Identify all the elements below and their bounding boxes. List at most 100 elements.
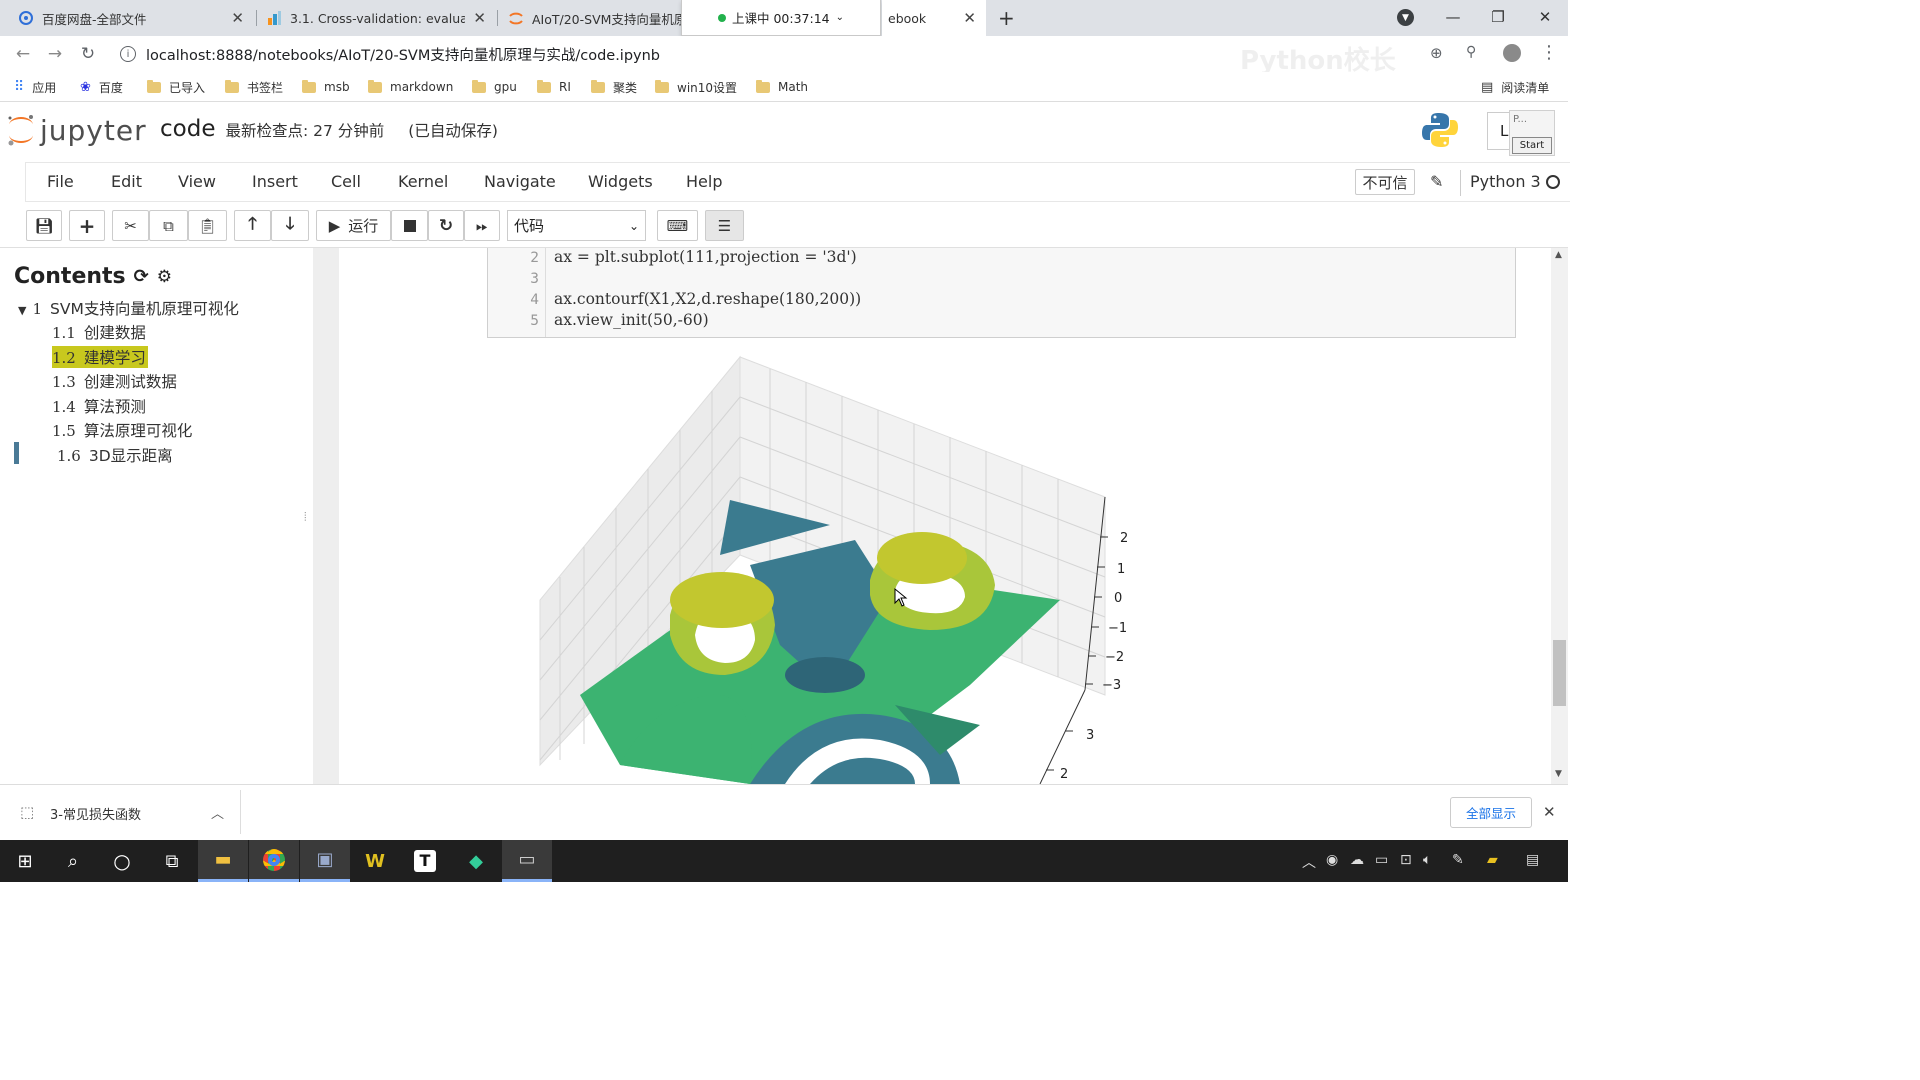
chrome-icon[interactable]: [249, 840, 299, 882]
windows-start-icon[interactable]: ⊞: [0, 840, 50, 882]
insert-cell-button[interactable]: +: [69, 210, 105, 241]
typora-icon[interactable]: T: [400, 840, 450, 882]
close-icon[interactable]: ✕: [231, 9, 244, 27]
download-filename[interactable]: 3-常见损失函数: [50, 804, 141, 823]
menu-kernel[interactable]: Kernel: [398, 172, 448, 191]
tab-search-icon[interactable]: ▼: [1397, 9, 1414, 26]
back-icon[interactable]: ←: [10, 42, 36, 66]
bookmark-win10[interactable]: win10设置: [655, 78, 737, 96]
kebab-menu-icon[interactable]: ⋮: [1540, 42, 1558, 63]
menu-cell[interactable]: Cell: [331, 172, 361, 191]
browser-tab-active[interactable]: ebook ✕: [882, 0, 986, 36]
task-view-icon[interactable]: ⧉: [147, 840, 197, 882]
restore-button[interactable]: ❐: [1475, 0, 1521, 34]
new-tab-button[interactable]: +: [998, 6, 1015, 30]
restart-button[interactable]: ↻: [428, 210, 464, 241]
toc-item[interactable]: 1.6 3D显示距离: [57, 444, 173, 466]
info-icon[interactable]: i: [120, 46, 136, 62]
wps-icon[interactable]: W: [350, 840, 400, 882]
paste-button[interactable]: 📋︎: [188, 210, 227, 241]
menu-widgets[interactable]: Widgets: [588, 172, 653, 191]
bookmark-msb[interactable]: msb: [302, 78, 350, 96]
forward-icon[interactable]: →: [42, 42, 68, 66]
browser-tab-baidu[interactable]: 百度网盘-全部文件 ✕: [8, 0, 254, 36]
start-button[interactable]: Start: [1512, 137, 1552, 154]
bookmark-cluster[interactable]: 聚类: [591, 78, 637, 96]
jupyter-logo[interactable]: jupyter: [6, 112, 147, 148]
minimize-button[interactable]: —: [1430, 0, 1476, 34]
bookmark-imported[interactable]: 已导入: [147, 78, 205, 96]
move-down-button[interactable]: 🡓: [271, 210, 309, 241]
url-bar[interactable]: i localhost:8888/notebooks/AIoT/20-SVM支持…: [110, 40, 1410, 68]
refresh-icon[interactable]: ⟳: [134, 266, 149, 287]
notification-icon[interactable]: ▤: [1526, 852, 1539, 868]
run-button[interactable]: ▶ 运行: [316, 210, 391, 241]
scroll-down-icon[interactable]: ▼: [1555, 769, 1562, 779]
battery-icon[interactable]: ▭: [1375, 852, 1388, 868]
cut-button[interactable]: ✂: [112, 210, 149, 241]
move-up-button[interactable]: 🡑: [234, 210, 271, 241]
zoom-icon[interactable]: ⊕: [1430, 44, 1443, 62]
save-button[interactable]: 💾︎: [26, 210, 62, 241]
profile-avatar[interactable]: [1503, 44, 1521, 62]
cloud-icon[interactable]: ☁: [1350, 852, 1364, 868]
gear-icon[interactable]: ⚙: [157, 267, 172, 287]
menu-edit[interactable]: Edit: [111, 172, 142, 191]
bookmark-bar-folder[interactable]: 书签栏: [225, 78, 283, 96]
collapse-triangle-icon[interactable]: ▼: [18, 304, 26, 317]
browser-tab-sklearn[interactable]: 3.1. Cross-validation: evaluati ✕: [256, 0, 496, 36]
interrupt-button[interactable]: [391, 210, 428, 241]
cell-type-select[interactable]: 代码 ⌄: [507, 210, 646, 241]
bookmark-ri[interactable]: RI: [537, 78, 571, 96]
notes-app-icon[interactable]: ▰: [1487, 852, 1498, 868]
copy-button[interactable]: ⧉: [149, 210, 188, 241]
toc-item[interactable]: 1.5 算法原理可视化: [52, 419, 192, 441]
code-line[interactable]: ax = plt.subplot(111,projection = '3d'): [554, 248, 857, 266]
menu-help[interactable]: Help: [686, 172, 722, 191]
search-icon[interactable]: ⌕: [48, 840, 98, 882]
menu-view[interactable]: View: [178, 172, 216, 191]
bookmark-apps[interactable]: ⠿ 应用: [14, 78, 56, 96]
close-download-bar-icon[interactable]: ✕: [1543, 803, 1556, 821]
notebook-name[interactable]: code: [160, 116, 215, 142]
toc-item[interactable]: 1.3 创建测试数据: [52, 370, 177, 392]
image-viewer-icon[interactable]: ▣: [300, 840, 350, 882]
toc-item[interactable]: ▼ 1 SVM支持向量机原理可视化: [18, 297, 239, 319]
code-line[interactable]: ax.view_init(50,-60): [554, 311, 709, 329]
extension-icon[interactable]: ⚲: [1466, 44, 1476, 60]
menu-file[interactable]: File: [47, 172, 74, 191]
sidebar-splitter[interactable]: [313, 248, 339, 784]
cortana-icon[interactable]: ○: [97, 840, 147, 882]
edit-pencil-icon[interactable]: ✎: [1430, 172, 1443, 191]
volume-icon[interactable]: 🔈︎: [1423, 852, 1431, 868]
recording-badge[interactable]: 上课中 00:37:14 ⌄: [681, 0, 881, 36]
toc-item[interactable]: 1.4 算法预测: [52, 395, 146, 417]
network-icon[interactable]: ⊡: [1400, 852, 1412, 868]
pycharm-icon[interactable]: ◆: [451, 840, 501, 882]
reading-list[interactable]: ▤ 阅读清单: [1481, 78, 1549, 96]
resize-handle-icon[interactable]: ⦙: [304, 510, 307, 525]
pen-icon[interactable]: ✎: [1452, 852, 1464, 868]
tray-app-icon[interactable]: ◉: [1326, 852, 1338, 868]
show-all-button[interactable]: 全部显示: [1450, 797, 1532, 828]
notebook-title[interactable]: code 最新检查点: 27 分钟前 (已自动保存): [160, 116, 498, 142]
tray-expand-icon[interactable]: ︿: [1302, 852, 1316, 872]
code-line[interactable]: ax.contourf(X1,X2,d.reshape(180,200)): [554, 290, 861, 308]
browser-tab-jupyter[interactable]: AIoT/20-SVM支持向量机原: [498, 0, 681, 36]
reload-icon[interactable]: ↻: [75, 42, 101, 66]
scroll-up-icon[interactable]: ▲: [1555, 250, 1562, 260]
chevron-up-icon[interactable]: ︿: [211, 803, 224, 822]
menu-insert[interactable]: Insert: [252, 172, 298, 191]
scrollbar-thumb[interactable]: [1553, 640, 1566, 706]
bookmark-gpu[interactable]: gpu: [472, 78, 517, 96]
command-palette-button[interactable]: ⌨: [657, 210, 698, 241]
menu-navigate[interactable]: Navigate: [484, 172, 556, 191]
toc-toggle-button[interactable]: ☰: [705, 210, 744, 241]
close-window-button[interactable]: ✕: [1522, 0, 1568, 34]
file-explorer-icon[interactable]: ▬: [198, 840, 248, 882]
close-icon[interactable]: ✕: [473, 9, 486, 27]
run-all-button[interactable]: ⏩︎: [464, 210, 500, 241]
close-icon[interactable]: ✕: [963, 9, 976, 27]
toc-item[interactable]: 1.1 创建数据: [52, 321, 146, 343]
bookmark-baidu[interactable]: ❀ 百度: [80, 78, 123, 96]
